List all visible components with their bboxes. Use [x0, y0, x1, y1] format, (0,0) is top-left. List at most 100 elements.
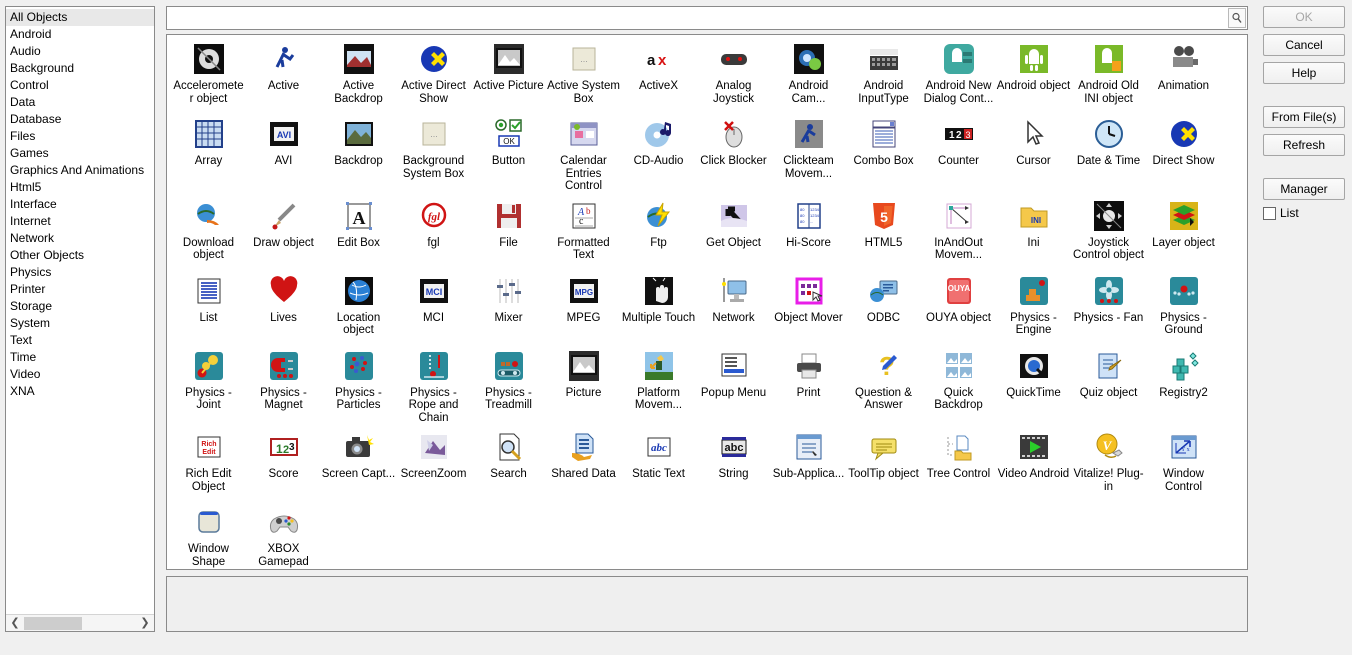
list-checkbox-row[interactable]: List: [1263, 206, 1345, 220]
sidebar-item-audio[interactable]: Audio: [6, 43, 154, 60]
object-item[interactable]: Shared Data: [546, 429, 621, 499]
object-item[interactable]: Physics - Rope and Chain: [396, 348, 471, 425]
object-item[interactable]: Print: [771, 348, 846, 425]
object-item[interactable]: Layer object: [1146, 198, 1221, 268]
object-item[interactable]: InAndOut Movem...: [921, 198, 996, 268]
object-item[interactable]: Ab c Formatted Text: [546, 198, 621, 268]
object-item[interactable]: Quick Backdrop: [921, 348, 996, 425]
object-item[interactable]: Network: [696, 273, 771, 343]
object-grid-panel[interactable]: Accelerometer object Active Active Backdro…: [166, 34, 1248, 570]
object-item[interactable]: OK Button: [471, 116, 546, 193]
sidebar-item-system[interactable]: System: [6, 315, 154, 332]
object-item[interactable]: Accelerometer object: [171, 41, 246, 111]
object-item[interactable]: ... Background System Box: [396, 116, 471, 193]
object-item[interactable]: Tree Control: [921, 429, 996, 499]
object-item[interactable]: Android InputType: [846, 41, 921, 111]
object-item[interactable]: Lives: [246, 273, 321, 343]
object-item[interactable]: MCI MCI: [396, 273, 471, 343]
object-item[interactable]: Get Object: [696, 198, 771, 268]
object-item[interactable]: Object Mover: [771, 273, 846, 343]
sidebar-item-time[interactable]: Time: [6, 349, 154, 366]
object-item[interactable]: 1 2 3 Counter: [921, 116, 996, 193]
sidebar-item-video[interactable]: Video: [6, 366, 154, 383]
object-item[interactable]: Android New Dialog Cont...: [921, 41, 996, 111]
object-item[interactable]: Registry2: [1146, 348, 1221, 425]
object-item[interactable]: OUYA OUYA object: [921, 273, 996, 343]
sidebar-item-interface[interactable]: Interface: [6, 196, 154, 213]
object-item[interactable]: Clickteam Movem...: [771, 116, 846, 193]
object-item[interactable]: Ftp: [621, 198, 696, 268]
sidebar-item-files[interactable]: Files: [6, 128, 154, 145]
object-item[interactable]: abc Static Text: [621, 429, 696, 499]
object-item[interactable]: Animation: [1146, 41, 1221, 111]
object-item[interactable]: List: [171, 273, 246, 343]
object-item[interactable]: XBOX Gamepad: [246, 504, 321, 569]
object-item[interactable]: CD-Audio: [621, 116, 696, 193]
object-item[interactable]: a x ActiveX: [621, 41, 696, 111]
object-item[interactable]: AVI AVI: [246, 116, 321, 193]
object-item[interactable]: Video Android: [996, 429, 1071, 499]
object-item[interactable]: Active Backdrop: [321, 41, 396, 111]
object-item[interactable]: Physics - Engine: [996, 273, 1071, 343]
object-item[interactable]: 5 HTML5: [846, 198, 921, 268]
sidebar-item-network[interactable]: Network: [6, 230, 154, 247]
list-checkbox[interactable]: [1263, 206, 1276, 220]
object-item[interactable]: Physics - Joint: [171, 348, 246, 425]
sidebar-item-database[interactable]: Database: [6, 111, 154, 128]
refresh-button[interactable]: Refresh: [1263, 134, 1345, 156]
object-item[interactable]: Backdrop: [321, 116, 396, 193]
object-item[interactable]: File: [471, 198, 546, 268]
object-item[interactable]: Sub-Applica...: [771, 429, 846, 499]
object-item[interactable]: ScreenZoom: [396, 429, 471, 499]
object-item[interactable]: INI Ini: [996, 198, 1071, 268]
object-item[interactable]: Direct Show: [1146, 116, 1221, 193]
sidebar-item-other-objects[interactable]: Other Objects: [6, 247, 154, 264]
help-button[interactable]: Help: [1263, 62, 1345, 84]
object-item[interactable]: Physics - Ground: [1146, 273, 1221, 343]
object-item[interactable]: Click Blocker: [696, 116, 771, 193]
object-item[interactable]: fgl fgl: [396, 198, 471, 268]
object-item[interactable]: Multiple Touch: [621, 273, 696, 343]
object-item[interactable]: Active: [246, 41, 321, 111]
object-item[interactable]: 1 2 3 Score: [246, 429, 321, 499]
sidebar-item-data[interactable]: Data: [6, 94, 154, 111]
object-item[interactable]: Android Cam...: [771, 41, 846, 111]
object-item[interactable]: V Vitalize! Plug-in: [1071, 429, 1146, 499]
sidebar-item-all-objects[interactable]: All Objects: [6, 9, 154, 26]
object-item[interactable]: ToolTip object: [846, 429, 921, 499]
object-item[interactable]: ?Question & Answer: [846, 348, 921, 425]
category-list[interactable]: All Objects Android Audio Background Control…: [6, 7, 154, 614]
sidebar-item-printer[interactable]: Printer: [6, 281, 154, 298]
search-input[interactable]: [169, 7, 1226, 29]
sidebar-horizontal-scrollbar[interactable]: ❮ ❯: [6, 614, 154, 631]
object-item[interactable]: Physics - Fan: [1071, 273, 1146, 343]
object-item[interactable]: Active Direct Show: [396, 41, 471, 111]
object-item[interactable]: Array: [171, 116, 246, 193]
object-item[interactable]: A Edit Box: [321, 198, 396, 268]
scroll-left-icon[interactable]: ❮: [8, 616, 22, 631]
sidebar-item-html5[interactable]: Html5: [6, 179, 154, 196]
object-item[interactable]: Android object: [996, 41, 1071, 111]
sidebar-item-internet[interactable]: Internet: [6, 213, 154, 230]
object-item[interactable]: Physics - Treadmill: [471, 348, 546, 425]
object-item[interactable]: Joystick Control object: [1071, 198, 1146, 268]
object-item[interactable]: Calendar Entries Control: [546, 116, 621, 193]
object-item[interactable]: Analog Joystick: [696, 41, 771, 111]
cancel-button[interactable]: Cancel: [1263, 34, 1345, 56]
sidebar-item-android[interactable]: Android: [6, 26, 154, 43]
scroll-thumb[interactable]: [24, 616, 82, 630]
sidebar-item-physics[interactable]: Physics: [6, 264, 154, 281]
object-item[interactable]: Rich Edit Rich Edit Object: [171, 429, 246, 499]
object-item[interactable]: Date & Time: [1071, 116, 1146, 193]
sidebar-item-games[interactable]: Games: [6, 145, 154, 162]
object-item[interactable]: Popup Menu: [696, 348, 771, 425]
sidebar-item-graphics-and-animations[interactable]: Graphics And Animations: [6, 162, 154, 179]
scroll-right-icon[interactable]: ❯: [138, 616, 152, 631]
manager-button[interactable]: Manager: [1263, 178, 1345, 200]
object-item[interactable]: Physics - Particles: [321, 348, 396, 425]
object-item[interactable]: ODBC: [846, 273, 921, 343]
sidebar-item-background[interactable]: Background: [6, 60, 154, 77]
sidebar-item-xna[interactable]: XNA: [6, 383, 154, 400]
object-item[interactable]: Cursor: [996, 116, 1071, 193]
object-item[interactable]: Search: [471, 429, 546, 499]
